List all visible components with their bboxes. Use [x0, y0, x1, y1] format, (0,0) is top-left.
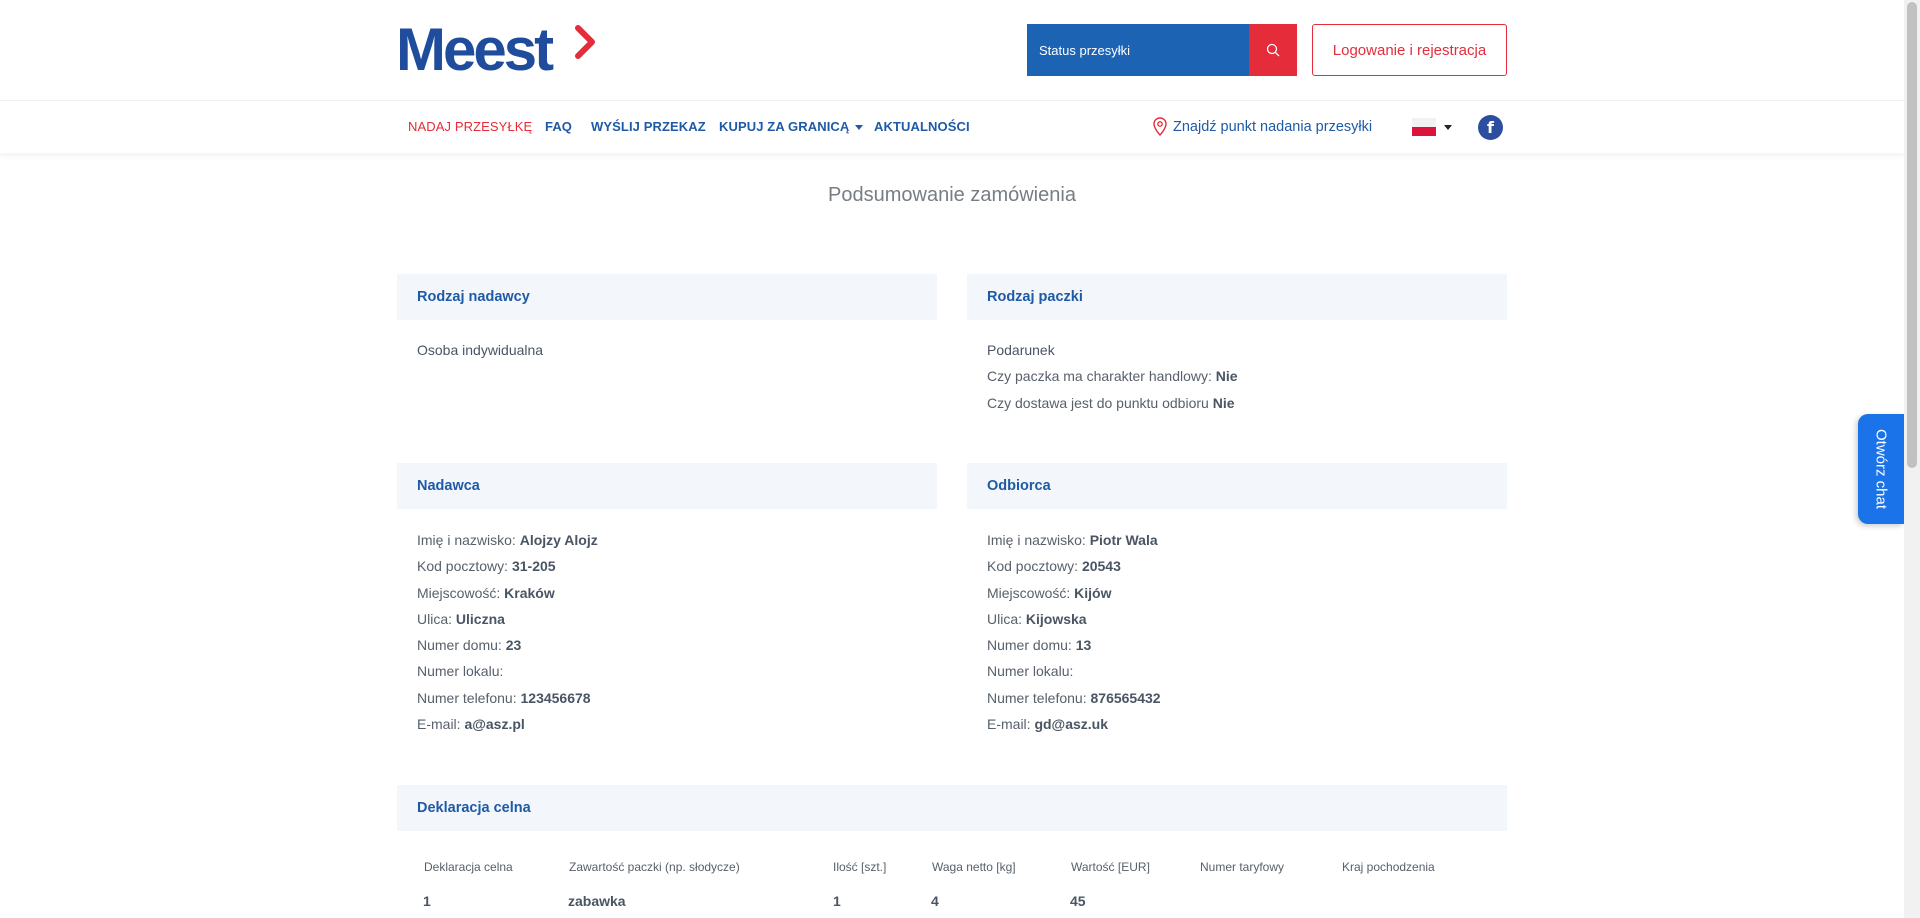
recipient-field: Numer domu: 13: [987, 637, 1092, 654]
login-register-button[interactable]: Logowanie i rejestracja: [1312, 24, 1507, 76]
nav-item-news[interactable]: AKTUALNOŚCI: [874, 119, 970, 134]
sender-heading: Nadawca: [397, 463, 937, 509]
table-header-cell: Wartość [EUR]: [1071, 860, 1150, 874]
sender-body: Imię i nazwisko: Alojzy Alojz Kod poczto…: [417, 527, 598, 737]
commercial-value: Nie: [1215, 368, 1238, 385]
sender-type-body: Osoba indywidualna: [417, 337, 543, 363]
sender-field: E-mail: a@asz.pl: [417, 716, 525, 733]
page-title: Podsumowanie zamówienia: [828, 184, 1076, 206]
sender-field: Miejscowość: Kraków: [417, 584, 555, 601]
package-type-value: Podarunek: [987, 342, 1055, 358]
sender-type-value: Osoba indywidualna: [417, 342, 544, 358]
table-header-cell: Deklaracja celna: [424, 860, 513, 874]
table-cell: 4: [931, 893, 939, 909]
pickup-value: Nie: [1212, 394, 1235, 411]
chevron-down-icon: [1444, 124, 1452, 130]
pickup-label: Czy dostawa jest do punktu odbioru: [987, 394, 1209, 411]
tracking-search: [1027, 24, 1297, 76]
pickup-row: Czy dostawa jest do punktu odbioru Nie: [987, 390, 1238, 416]
poland-flag-icon: [1412, 118, 1436, 136]
open-chat-button[interactable]: Otwórz chat: [1858, 414, 1904, 524]
scrollbar-thumb[interactable]: [1907, 2, 1917, 468]
find-point-link[interactable]: Znajdź punkt nadania przesyłki: [1153, 117, 1372, 136]
nav-item-buy-abroad[interactable]: KUPUJ ZA GRANICĄ: [719, 119, 864, 134]
table-cell: zabawka: [568, 893, 626, 909]
recipient-field: Numer telefonu: 876565432: [987, 689, 1161, 706]
nav-item-send-transfer[interactable]: WYŚLIJ PRZEKAZ: [591, 119, 706, 134]
recipient-field: E-mail: gd@asz.uk: [987, 716, 1109, 733]
recipient-body: Imię i nazwisko: Piotr Wala Kod pocztowy…: [987, 527, 1161, 737]
sender-field: Ulica: Uliczna: [417, 610, 505, 627]
find-point-label: Znajdź punkt nadania przesyłki: [1173, 118, 1373, 135]
table-cell: 1: [423, 893, 431, 909]
main-nav: NADAJ PRZESYŁKĘ FAQ WYŚLIJ PRZEKAZ KUPUJ…: [0, 101, 1904, 153]
meest-logo-mark: Meest: [396, 18, 595, 76]
sender-field: Imię i nazwisko: Alojzy Alojz: [417, 532, 598, 548]
nav-item-buy-abroad-label: KUPUJ ZA GRANICĄ: [719, 119, 850, 134]
map-pin-icon: [1153, 117, 1167, 136]
sender-field: Numer domu: 23: [417, 637, 522, 654]
tracking-search-input[interactable]: [1027, 24, 1249, 76]
commercial-row: Czy paczka ma charakter handlowy: Nie: [987, 363, 1238, 389]
table-header-cell: Zawartość paczki (np. słodycze): [569, 860, 740, 874]
package-type-body: Podarunek Czy paczka ma charakter handlo…: [987, 337, 1238, 416]
sender-type-heading: Rodzaj nadawcy: [397, 274, 937, 320]
chevron-down-icon: [855, 125, 864, 131]
table-cell: 1: [833, 893, 841, 909]
logo-text: Meest: [396, 18, 554, 76]
nav-item-faq[interactable]: FAQ: [545, 119, 572, 134]
recipient-field: Imię i nazwisko: Piotr Wala: [987, 532, 1158, 548]
search-icon: [1266, 43, 1280, 57]
nav-item-send-parcel[interactable]: NADAJ PRZESYŁKĘ: [408, 119, 532, 134]
language-selector[interactable]: [1412, 118, 1452, 136]
sender-field: Numer telefonu: 123456678: [417, 689, 591, 706]
open-chat-label: Otwórz chat: [1872, 428, 1890, 510]
recipient-field: Ulica: Kijowska: [987, 610, 1087, 627]
meest-logo[interactable]: Meest: [396, 18, 596, 76]
header: Meest Logowanie i rejestracja: [0, 0, 1904, 101]
table-header-cell: Kraj pochodzenia: [1342, 860, 1435, 874]
package-type-heading: Rodzaj paczki: [967, 274, 1507, 320]
table-header-cell: Waga netto [kg]: [932, 860, 1016, 874]
sender-field: Numer lokalu:: [417, 663, 504, 680]
recipient-heading: Odbiorca: [967, 463, 1507, 509]
commercial-label: Czy paczka ma charakter handlowy:: [987, 368, 1212, 385]
recipient-field: Numer lokalu:: [987, 663, 1074, 680]
scrollbar[interactable]: [1904, 0, 1920, 918]
table-header-cell: Ilość [szt.]: [833, 860, 887, 874]
table-header-cell: Numer taryfowy: [1200, 860, 1285, 874]
facebook-icon[interactable]: f: [1478, 115, 1503, 140]
recipient-field: Kod pocztowy: 20543: [987, 558, 1121, 575]
table-cell: 45: [1070, 893, 1086, 909]
sender-field: Kod pocztowy: 31-205: [417, 558, 556, 575]
recipient-field: Miejscowość: Kijów: [987, 584, 1112, 601]
customs-heading: Deklaracja celna: [397, 785, 1507, 831]
search-button[interactable]: [1249, 24, 1297, 76]
